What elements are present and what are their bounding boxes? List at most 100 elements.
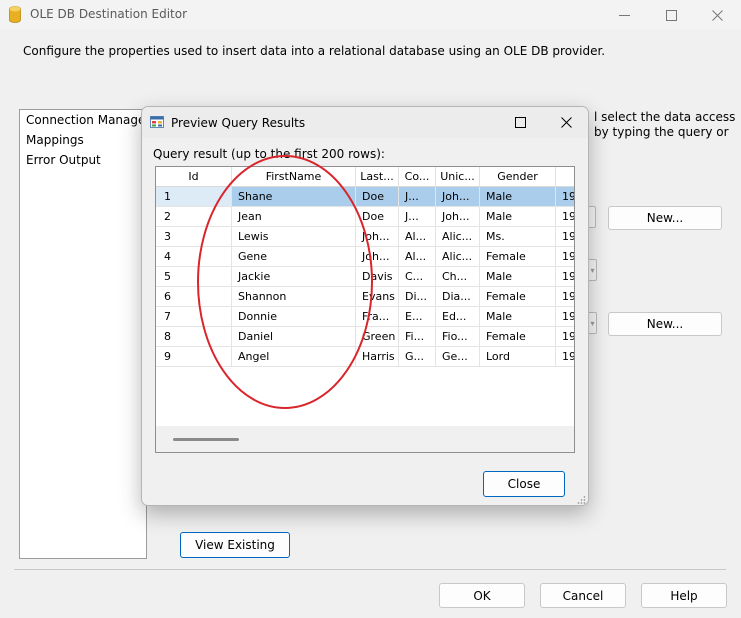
table-cell: Harris: [356, 347, 399, 367]
table-cell: 19: [556, 227, 574, 247]
column-header[interactable]: Last...: [356, 167, 399, 187]
table-cell: C...: [399, 267, 436, 287]
view-existing-button[interactable]: View Existing: [180, 532, 290, 558]
table-cell: Joh...: [356, 247, 399, 267]
connection-manager-dropdown[interactable]: [589, 206, 596, 228]
resize-grip-icon[interactable]: [576, 495, 586, 505]
table-cell: Jean: [232, 207, 356, 227]
close-icon: [560, 117, 572, 128]
table-row[interactable]: 9 Angel Harris G... Ge... Lord 19: [156, 347, 574, 367]
table-cell: 19: [556, 347, 574, 367]
table-cell: Male: [480, 207, 556, 227]
access-mode-dropdown[interactable]: ▾: [589, 259, 597, 281]
table-cell: G...: [399, 347, 436, 367]
nav-item-connection-manager[interactable]: Connection Manager: [26, 113, 150, 127]
close-button[interactable]: Close: [483, 471, 565, 497]
close-window-button[interactable]: [694, 0, 740, 30]
minimize-icon: [618, 14, 630, 16]
footer-separator: [14, 569, 726, 570]
table-cell: Daniel: [232, 327, 356, 347]
column-header[interactable]: Gender: [480, 167, 556, 187]
dialog-maximize-button[interactable]: [498, 107, 543, 138]
chevron-down-icon: ▾: [590, 318, 595, 328]
table-cell: Lord: [480, 347, 556, 367]
editor-title-bar: OLE DB Destination Editor: [0, 0, 741, 30]
column-header[interactable]: [556, 167, 574, 187]
table-cell: 8: [156, 327, 232, 347]
horizontal-scrollbar[interactable]: [156, 426, 574, 452]
chevron-down-icon: ▾: [590, 265, 595, 275]
column-header[interactable]: FirstName: [232, 167, 356, 187]
table-cell: Donnie: [232, 307, 356, 327]
column-header[interactable]: Unic...: [436, 167, 480, 187]
table-row[interactable]: 3 Lewis Joh... Al... Alic... Ms. 19: [156, 227, 574, 247]
table-cell: Angel: [232, 347, 356, 367]
query-result-caption: Query result (up to the first 200 rows):: [153, 147, 385, 161]
table-row[interactable]: 4 Gene Joh... Al... Alic... Female 19: [156, 247, 574, 267]
table-cell: Male: [480, 187, 556, 207]
table-cell: 19: [556, 307, 574, 327]
maximize-icon: [515, 117, 526, 128]
table-cell: Al...: [399, 227, 436, 247]
table-cell: E...: [399, 307, 436, 327]
table-cell: J...: [399, 207, 436, 227]
database-icon: [9, 6, 21, 23]
preview-query-results-dialog: Preview Query Results Query result (up t…: [141, 106, 589, 506]
table-row[interactable]: 5 Jackie Davis C... Ch... Male 19: [156, 267, 574, 287]
table-row[interactable]: 1 Shane Doe J... Joh... Male 19: [156, 187, 574, 207]
table-row[interactable]: 2 Jean Doe J... Joh... Male 19: [156, 207, 574, 227]
table-cell: 2: [156, 207, 232, 227]
table-cell: Lewis: [232, 227, 356, 247]
table-cell: Jackie: [232, 267, 356, 287]
table-cell: 3: [156, 227, 232, 247]
query-preview-icon: [150, 116, 164, 128]
minimize-button[interactable]: [601, 0, 647, 30]
table-cell: 19: [556, 207, 574, 227]
table-cell: 19: [556, 267, 574, 287]
grid-header-row: Id FirstName Last... Co... Unic... Gender: [156, 167, 574, 187]
table-cell: Shannon: [232, 287, 356, 307]
table-cell: Joh...: [436, 187, 480, 207]
table-cell: 19: [556, 187, 574, 207]
cancel-button[interactable]: Cancel: [540, 583, 626, 608]
nav-item-mappings[interactable]: Mappings: [26, 133, 84, 147]
table-cell: Doe: [356, 187, 399, 207]
column-header[interactable]: Co...: [399, 167, 436, 187]
table-cell: 19: [556, 287, 574, 307]
table-cell: 6: [156, 287, 232, 307]
navigation-panel: Connection Manager Mappings Error Output: [19, 109, 150, 559]
editor-title: OLE DB Destination Editor: [30, 7, 188, 21]
scrollbar-thumb[interactable]: [173, 438, 239, 441]
maximize-button[interactable]: [648, 0, 694, 30]
table-cell: Female: [480, 327, 556, 347]
new-connection-button[interactable]: New...: [608, 206, 722, 230]
table-row[interactable]: 7 Donnie Fra... E... Ed... Male 19: [156, 307, 574, 327]
help-button[interactable]: Help: [641, 583, 727, 608]
table-cell: Female: [480, 247, 556, 267]
table-cell: 1: [156, 187, 232, 207]
table-cell: 19: [556, 327, 574, 347]
maximize-icon: [665, 9, 677, 21]
table-cell: 4: [156, 247, 232, 267]
table-cell: Di...: [399, 287, 436, 307]
table-name-dropdown[interactable]: ▾: [589, 312, 597, 334]
ok-button[interactable]: OK: [439, 583, 525, 608]
table-cell: Ch...: [436, 267, 480, 287]
column-header[interactable]: Id: [156, 167, 232, 187]
dialog-title: Preview Query Results: [171, 116, 306, 130]
new-table-button[interactable]: New...: [608, 312, 722, 336]
table-cell: 19: [556, 247, 574, 267]
table-cell: Green: [356, 327, 399, 347]
table-row[interactable]: 6 Shannon Evans Di... Dia... Female 19: [156, 287, 574, 307]
dialog-close-x-button[interactable]: [544, 107, 588, 138]
table-cell: Evans: [356, 287, 399, 307]
table-cell: Doe: [356, 207, 399, 227]
table-cell: Female: [480, 287, 556, 307]
table-row[interactable]: 8 Daniel Green Fi... Fio... Female 19: [156, 327, 574, 347]
table-cell: Alic...: [436, 227, 480, 247]
query-results-grid[interactable]: Id FirstName Last... Co... Unic... Gender 1 Sh…: [155, 166, 575, 453]
nav-item-error-output[interactable]: Error Output: [26, 153, 101, 167]
table-cell: Joh...: [436, 207, 480, 227]
table-cell: Male: [480, 267, 556, 287]
table-cell: Fi...: [399, 327, 436, 347]
